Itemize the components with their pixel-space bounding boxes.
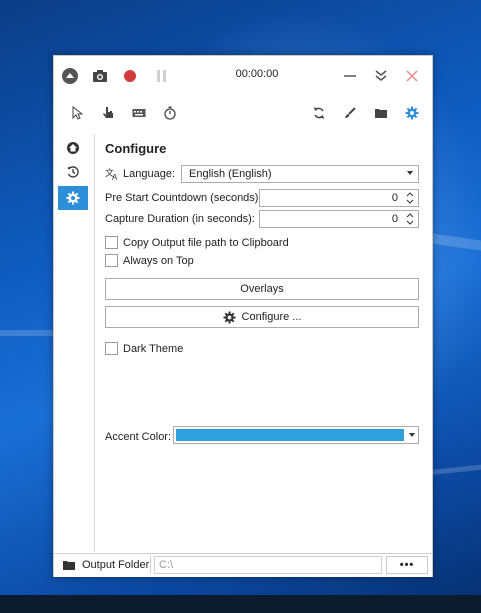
minimize-button[interactable] xyxy=(340,66,360,86)
image-editor-button[interactable] xyxy=(339,102,361,124)
overlays-label: Overlays xyxy=(240,283,284,295)
pause-button[interactable] xyxy=(152,66,172,86)
capture-duration-value: 0 xyxy=(391,213,398,225)
close-button[interactable] xyxy=(402,66,422,86)
folder-icon xyxy=(63,561,75,570)
capture-duration-label: Capture Duration (in seconds): xyxy=(105,213,255,225)
recording-timer: 00:00:00 xyxy=(235,68,279,80)
open-output-folder-button[interactable] xyxy=(370,102,392,124)
brush-icon xyxy=(345,107,356,118)
sidebar-item-home[interactable] xyxy=(58,136,88,160)
output-folder-label: Output Folder xyxy=(82,559,150,571)
stopwatch-icon xyxy=(164,106,176,120)
dark-theme-label: Dark Theme xyxy=(123,342,184,355)
elapsed-time-toggle[interactable] xyxy=(159,102,181,124)
mouse-clicks-toggle[interactable] xyxy=(97,102,119,124)
checkbox-box[interactable] xyxy=(105,254,118,267)
close-icon xyxy=(406,70,418,82)
output-folder-bar: Output Folder C:\ ••• xyxy=(54,553,432,577)
chevron-down-icon xyxy=(407,171,413,175)
checkbox-box[interactable] xyxy=(105,342,118,355)
minimize-to-tray-button[interactable] xyxy=(371,66,391,86)
wallpaper-beam xyxy=(0,330,60,336)
sidebar-item-configure[interactable] xyxy=(58,186,88,210)
title-bar: 00:00:00 xyxy=(54,56,432,94)
dark-theme-checkbox[interactable]: Dark Theme xyxy=(105,342,183,355)
configure-button-label: Configure ... xyxy=(241,311,302,323)
pre-start-countdown-label: Pre Start Countdown (seconds): xyxy=(105,192,262,204)
minimize-icon xyxy=(344,75,356,77)
source-toolbar xyxy=(54,94,432,132)
chevron-down-icon xyxy=(409,433,415,437)
double-chevron-down-icon xyxy=(375,70,387,81)
refresh-icon xyxy=(314,107,324,119)
history-icon xyxy=(67,166,79,178)
sidebar xyxy=(54,134,95,552)
overlays-button[interactable]: Overlays xyxy=(105,278,419,300)
home-icon xyxy=(67,142,79,154)
language-select[interactable]: English (English) xyxy=(181,165,419,183)
checkbox-box[interactable] xyxy=(105,236,118,249)
copy-output-label: Copy Output file path to Clipboard xyxy=(123,236,289,249)
svg-text:A: A xyxy=(112,173,118,181)
keyboard-icon xyxy=(132,109,146,117)
accent-color-label: Accent Color: xyxy=(105,431,172,443)
pre-start-countdown-input[interactable]: 0 xyxy=(259,189,419,207)
page-title: Configure xyxy=(105,141,167,156)
refresh-button[interactable] xyxy=(308,102,330,124)
folder-icon xyxy=(375,109,387,118)
taskbar xyxy=(0,595,481,613)
gear-icon xyxy=(405,106,419,120)
wallpaper-beam xyxy=(430,463,481,475)
up-arrow-circle-icon xyxy=(62,68,78,84)
configure-button[interactable]: Configure ... xyxy=(105,306,419,328)
gear-icon xyxy=(222,310,236,324)
gear-icon xyxy=(66,191,80,205)
accent-color-swatch xyxy=(176,429,404,441)
always-on-top-label: Always on Top xyxy=(123,254,194,267)
mouse-cursor-toggle[interactable] xyxy=(66,102,88,124)
language-value: English (English) xyxy=(189,168,272,180)
language-label-group: 文 A Language: xyxy=(105,167,175,181)
camera-icon xyxy=(93,70,107,82)
screenshot-button[interactable] xyxy=(90,66,110,86)
output-path-input[interactable]: C:\ xyxy=(154,556,382,574)
hand-icon xyxy=(103,107,113,118)
pause-icon xyxy=(157,70,166,82)
output-folder-button[interactable]: Output Folder xyxy=(57,556,151,574)
keystrokes-toggle[interactable] xyxy=(128,102,150,124)
record-button[interactable] xyxy=(120,66,140,86)
captura-window: 00:00:00 Configure 文 A Language: English… xyxy=(53,55,433,577)
collapse-button[interactable] xyxy=(60,66,80,86)
capture-duration-input[interactable]: 0 xyxy=(259,210,419,228)
settings-button[interactable] xyxy=(401,102,423,124)
always-on-top-checkbox[interactable]: Always on Top xyxy=(105,254,194,267)
copy-output-checkbox[interactable]: Copy Output file path to Clipboard xyxy=(105,236,289,249)
cursor-icon xyxy=(72,106,83,120)
record-icon xyxy=(124,70,136,82)
accent-color-picker[interactable] xyxy=(173,426,419,444)
pre-start-countdown-value: 0 xyxy=(391,192,398,204)
configure-panel: Configure 文 A Language: English (English… xyxy=(105,134,419,552)
spinner-icon[interactable] xyxy=(406,191,414,205)
more-options-button[interactable]: ••• xyxy=(386,556,428,574)
translate-icon: 文 A xyxy=(105,167,118,181)
spinner-icon[interactable] xyxy=(406,212,414,226)
sidebar-item-history[interactable] xyxy=(58,160,88,184)
language-label: Language: xyxy=(123,168,175,180)
